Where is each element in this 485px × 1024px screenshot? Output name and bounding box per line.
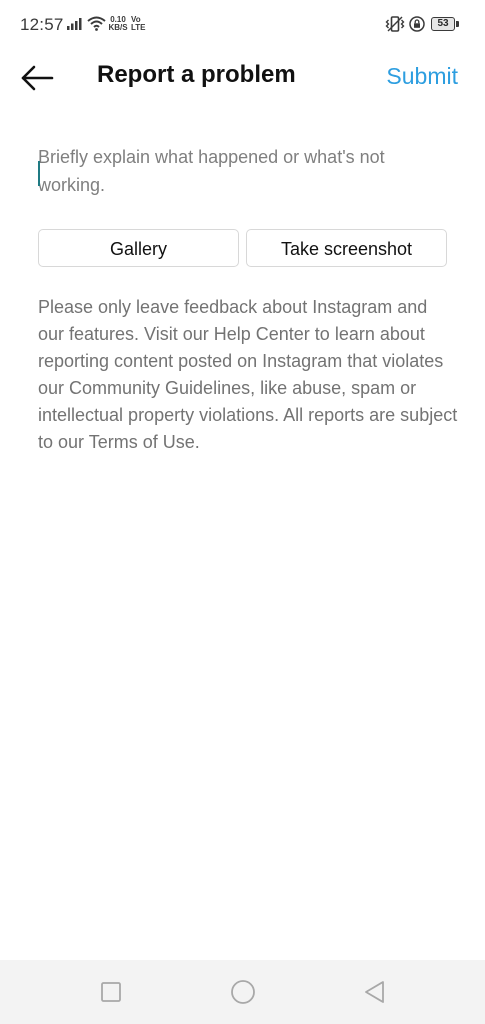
take-screenshot-button[interactable]: Take screenshot <box>246 229 447 267</box>
volte-bottom: LTE <box>131 23 146 32</box>
network-speed: 0.10 KB/S <box>108 16 128 32</box>
page-title: Report a problem <box>97 61 296 88</box>
description-input[interactable] <box>38 143 438 203</box>
volte-indicator: Vo LTE <box>131 16 155 32</box>
back-button[interactable] <box>18 62 58 94</box>
text-cursor <box>38 161 40 186</box>
status-time: 12:57 <box>20 15 64 34</box>
vibrate-icon <box>385 16 405 32</box>
navigation-bar <box>0 960 485 1024</box>
submit-button[interactable]: Submit <box>386 63 458 90</box>
gallery-button[interactable]: Gallery <box>38 229 239 267</box>
back-triangle-icon[interactable] <box>361 978 389 1006</box>
battery-icon: 53 <box>431 17 455 31</box>
battery-tip <box>456 21 459 27</box>
home-circle-icon[interactable] <box>229 978 257 1006</box>
lock-icon <box>409 16 425 32</box>
network-speed-unit: KB/S <box>108 23 128 32</box>
wifi-icon <box>87 16 106 31</box>
recents-square-icon[interactable] <box>97 978 125 1006</box>
report-problem-screen: 12:57 0.10 KB/S Vo LTE 53 Report a probl… <box>0 0 485 1024</box>
status-bar: 12:57 0.10 KB/S Vo LTE 53 <box>0 0 485 50</box>
header: Report a problem Submit <box>0 50 485 106</box>
feedback-info-text: Please only leave feedback about Instagr… <box>38 297 458 452</box>
signal-icon <box>67 18 82 30</box>
arrow-left-icon <box>21 65 54 91</box>
